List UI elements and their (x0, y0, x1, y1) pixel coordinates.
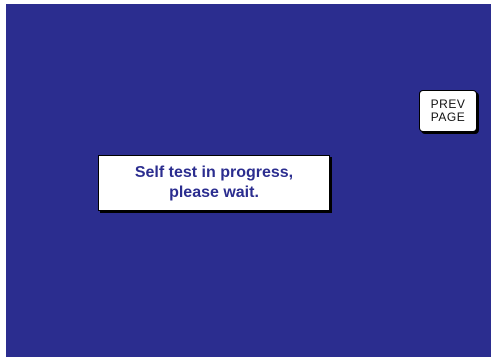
prev-page-label-line2: PAGE (430, 110, 466, 124)
self-test-screen: PREV PAGE Self test in progress, please … (6, 4, 491, 357)
status-message-line1: Self test in progress, (134, 164, 294, 181)
status-message-box: Self test in progress, please wait. (98, 155, 330, 211)
status-message-line2: please wait. (169, 184, 259, 201)
prev-page-button[interactable]: PREV PAGE (419, 90, 477, 132)
